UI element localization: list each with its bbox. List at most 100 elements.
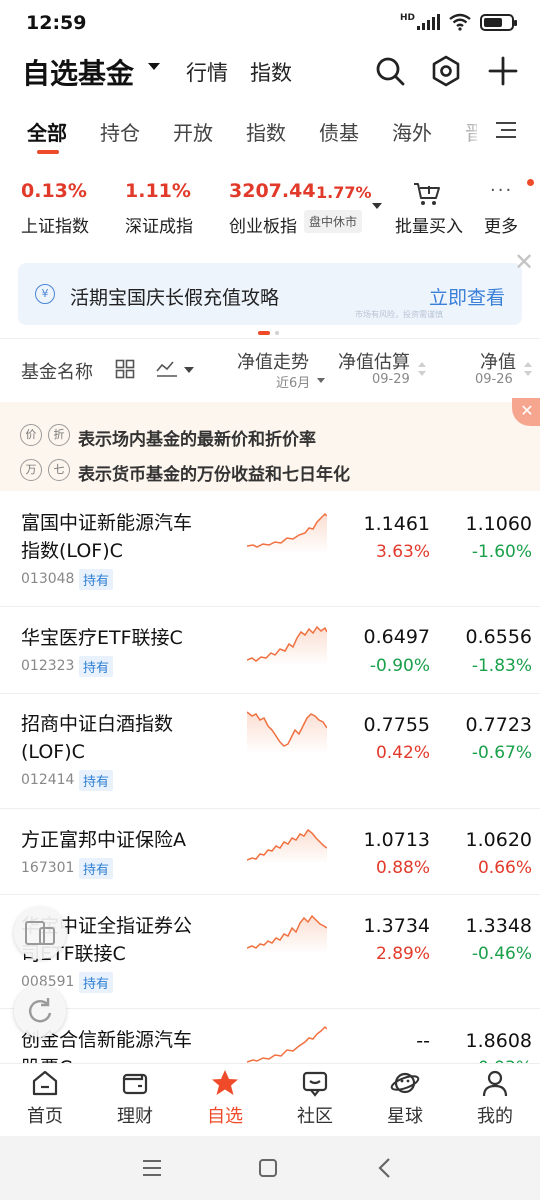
sort-nav-icon[interactable]	[524, 362, 532, 376]
fund-nav: 0.7723	[465, 714, 532, 736]
hd-label: HD	[399, 13, 415, 23]
col-trend[interactable]: 净值走势	[237, 348, 309, 374]
nav-watchlist[interactable]: 自选	[190, 1068, 260, 1128]
fund-nav: 1.3348	[465, 915, 532, 937]
col-estimate[interactable]: 净值估算	[338, 348, 410, 374]
price-mark-icon: 价	[20, 424, 42, 446]
qi-mark-icon: 七	[48, 459, 70, 481]
grid-view-icon[interactable]	[115, 359, 135, 379]
fund-estimate: 0.7755	[363, 714, 430, 736]
index-name-cyb[interactable]: 创业板指	[229, 212, 297, 237]
hexagon-settings-icon[interactable]	[429, 54, 463, 88]
tab-open[interactable]: 开放	[173, 117, 213, 146]
index-value-sh[interactable]: 0.13%	[21, 180, 87, 202]
search-icon[interactable]	[373, 54, 407, 88]
recents-menu-icon[interactable]	[140, 1158, 164, 1178]
index-value-sz[interactable]: 1.11%	[125, 180, 191, 202]
nav-wealth[interactable]: 理财	[100, 1068, 170, 1128]
home-square-icon[interactable]	[257, 1157, 279, 1179]
more-button[interactable]: 更多	[484, 212, 518, 237]
header-link-index[interactable]: 指数	[250, 57, 292, 87]
battery-icon	[480, 13, 517, 31]
nav-planet[interactable]: 星球	[370, 1068, 440, 1128]
fund-estimate-change: 0.88%	[375, 858, 430, 878]
sort-estimate-icon[interactable]	[418, 362, 426, 376]
refresh-icon	[29, 998, 52, 1023]
tab-bond[interactable]: 债基	[319, 117, 359, 146]
period-dropdown-icon[interactable]	[317, 378, 325, 383]
col-trend-period[interactable]: 近6月	[276, 372, 310, 391]
plus-icon[interactable]	[486, 54, 520, 88]
fund-name-line2[interactable]: (LOF)C	[21, 738, 85, 766]
fund-name-line1[interactable]: 华宝医疗ETF联接C	[21, 624, 183, 652]
banner-text[interactable]: 活期宝国庆长假充值攻略	[70, 283, 279, 310]
fund-estimate: 1.1461	[363, 513, 430, 535]
nav-community-label: 社区	[297, 1106, 333, 1127]
index-name-sz[interactable]: 深证成指	[125, 212, 193, 237]
fund-name-line2[interactable]: 指数(LOF)C	[21, 537, 123, 565]
fund-nav: 1.1060	[465, 513, 532, 535]
user-icon	[482, 1070, 508, 1097]
holding-tag: 持有	[79, 858, 114, 879]
nav-home[interactable]: 首页	[10, 1068, 80, 1128]
banner-disclaimer: 市场有风险，投资需谨慎	[355, 310, 443, 319]
more-dots-icon[interactable]: ···	[490, 180, 513, 201]
fund-name-line1[interactable]: 方正富邦中证保险A	[21, 826, 186, 854]
sparkline-chart	[247, 512, 327, 554]
chart-type-dropdown-icon[interactable]	[184, 367, 194, 373]
fund-nav: 1.0620	[465, 829, 532, 851]
tab-active-indicator	[37, 150, 59, 154]
holding-tag: 持有	[79, 770, 114, 791]
nav-planet-label: 星球	[387, 1106, 423, 1127]
banner-close-icon[interactable]: ✕	[514, 250, 534, 274]
index-pct-cyb[interactable]: 1.77%	[316, 183, 372, 202]
tab-index[interactable]: 指数	[246, 117, 286, 146]
batch-buy-button[interactable]: 批量买入	[395, 212, 463, 237]
nav-community[interactable]: 社区	[280, 1068, 350, 1128]
col-fund-name: 基金名称	[21, 362, 93, 383]
row-divider	[0, 808, 540, 809]
sparkline-chart	[247, 828, 327, 864]
tab-all[interactable]: 全部	[27, 117, 67, 146]
status-time: 12:59	[26, 12, 87, 34]
header-link-market[interactable]: 行情	[186, 57, 228, 87]
fund-nav-change: -1.83%	[471, 656, 532, 676]
page-title[interactable]: 自选基金	[22, 52, 134, 92]
fund-name-line1[interactable]: 富国中证新能源汽车	[21, 509, 192, 537]
carousel-dot-active	[258, 331, 270, 335]
col-nav[interactable]: 净值	[480, 348, 516, 374]
basket-icon[interactable]	[412, 180, 442, 208]
chevron-down-icon[interactable]	[148, 63, 160, 70]
index-dropdown-icon[interactable]	[372, 203, 382, 209]
refresh-button[interactable]	[14, 985, 66, 1037]
fund-code: 012414	[21, 772, 75, 788]
col-estimate-date: 09-29	[372, 372, 410, 387]
chart-type-icon[interactable]	[155, 359, 179, 379]
banner-view-link[interactable]: 立即查看	[429, 283, 505, 310]
row-divider	[0, 1008, 540, 1009]
fund-estimate-change: 0.42%	[375, 743, 430, 763]
fund-name-line1[interactable]: 招商中证白酒指数	[21, 710, 173, 738]
wifi-icon	[449, 13, 471, 31]
floating-window-icon	[25, 921, 55, 945]
fund-estimate-change: -0.90%	[369, 656, 430, 676]
tab-holdings[interactable]: 持仓	[100, 117, 140, 146]
floating-window-button[interactable]	[14, 907, 66, 959]
fund-estimate: 1.3734	[363, 915, 430, 937]
fund-estimate: --	[416, 1030, 430, 1052]
sparkline-chart	[247, 625, 327, 666]
signal-icon	[417, 14, 440, 30]
index-value-cyb[interactable]: 3207.44	[229, 180, 316, 202]
fund-nav-change: -0.67%	[471, 743, 532, 763]
col-nav-date: 09-26	[475, 372, 513, 387]
yen-coin-icon: ¥	[35, 284, 55, 304]
index-name-sh[interactable]: 上证指数	[21, 212, 89, 237]
tab-overseas[interactable]: 海外	[392, 117, 432, 146]
fund-code: 012323	[21, 658, 75, 674]
row-divider	[0, 894, 540, 895]
back-icon[interactable]	[375, 1156, 395, 1180]
menu-icon[interactable]	[495, 120, 517, 140]
fund-code: 013048	[21, 571, 75, 587]
nav-me[interactable]: 我的	[460, 1068, 530, 1128]
holding-tag: 持有	[79, 656, 114, 677]
